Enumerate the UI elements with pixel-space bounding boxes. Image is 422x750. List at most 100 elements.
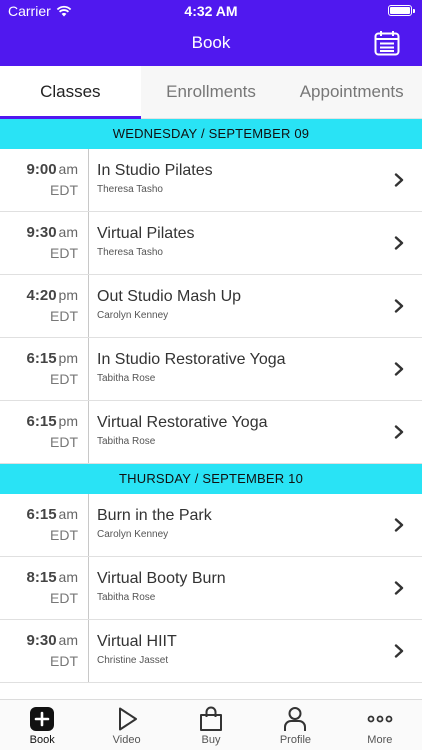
tabbar-video[interactable]: Video — [84, 700, 168, 750]
tabbar-more[interactable]: More — [338, 700, 422, 750]
class-ampm: am — [58, 224, 78, 240]
time-cell: 6:15 pm EDT — [0, 401, 89, 463]
chevron-right-icon — [394, 299, 404, 313]
instructor-name: Theresa Tasho — [97, 184, 163, 195]
class-info: In Studio Pilates Theresa Tasho — [89, 149, 422, 211]
tabbar-profile[interactable]: Profile — [253, 700, 337, 750]
class-ampm: pm — [58, 287, 78, 303]
class-name: In Studio Pilates — [97, 162, 213, 179]
time-cell: 8:15 am EDT — [0, 557, 89, 619]
class-time: 4:20 — [26, 287, 57, 304]
instructor-name: Theresa Tasho — [97, 247, 163, 258]
class-name: In Studio Restorative Yoga — [97, 351, 286, 368]
time-cell: 4:20 pm EDT — [0, 275, 89, 337]
tabbar-label: Video — [112, 734, 141, 746]
class-name: Virtual Restorative Yoga — [97, 414, 268, 431]
class-info: Virtual HIIT Christine Jasset — [89, 620, 422, 682]
class-info: Burn in the Park Carolyn Kenney — [89, 494, 422, 556]
class-info: In Studio Restorative Yoga Tabitha Rose — [89, 338, 422, 400]
class-ampm: am — [58, 569, 78, 585]
class-schedule-list[interactable]: WEDNESDAY / SEPTEMBER 09 9:00 am EDT In S… — [0, 119, 422, 699]
class-row[interactable]: 6:15 pm EDT In Studio Restorative Yoga Ta… — [0, 338, 422, 401]
bottom-tab-bar: Book Video Buy Profile More — [0, 699, 422, 750]
instructor-name: Tabitha Rose — [97, 592, 156, 603]
day-header: THURSDAY / SEPTEMBER 10 — [0, 464, 422, 494]
chevron-right-icon — [394, 425, 404, 439]
class-row[interactable]: 6:15 am EDT Burn in the Park Carolyn Kenn… — [0, 494, 422, 557]
instructor-name: Christine Jasset — [97, 655, 169, 666]
chevron-right-icon — [394, 173, 404, 187]
class-time: 9:30 — [26, 632, 57, 649]
class-time: 8:15 — [26, 569, 57, 586]
class-name: Virtual HIIT — [97, 633, 177, 650]
tab-enrollments[interactable]: Enrollments — [141, 66, 282, 118]
class-ampm: pm — [58, 350, 78, 366]
class-info: Virtual Restorative Yoga Tabitha Rose — [89, 401, 422, 463]
class-ampm: pm — [58, 413, 78, 429]
class-timezone: EDT — [50, 527, 78, 543]
class-timezone: EDT — [50, 590, 78, 606]
class-row[interactable]: 9:30 am EDT Virtual Pilates Theresa Tasho — [0, 212, 422, 275]
page-title: Book — [191, 33, 231, 52]
tab-classes[interactable]: Classes — [0, 66, 141, 119]
battery-icon — [388, 5, 415, 16]
class-row[interactable]: 9:30 am EDT Virtual HIIT Christine Jasset — [0, 620, 422, 683]
class-ampm: am — [58, 161, 78, 177]
class-row[interactable]: 6:15 pm EDT Virtual Restorative Yoga Tabi… — [0, 401, 422, 464]
class-time: 6:15 — [26, 350, 57, 367]
class-timezone: EDT — [50, 182, 78, 198]
class-name: Out Studio Mash Up — [97, 288, 242, 305]
chevron-right-icon — [394, 518, 404, 532]
class-row[interactable]: 8:15 am EDT Virtual Booty Burn Tabitha Ro… — [0, 557, 422, 620]
class-ampm: am — [58, 632, 78, 648]
app-header: Carrier 4:32 AM Book — [0, 0, 422, 66]
tabbar-buy[interactable]: Buy — [169, 700, 253, 750]
day-header: WEDNESDAY / SEPTEMBER 09 — [0, 119, 422, 149]
class-time: 6:15 — [26, 506, 57, 523]
time-cell: 9:30 am EDT — [0, 212, 89, 274]
time-cell: 6:15 am EDT — [0, 494, 89, 556]
person-icon — [284, 707, 307, 731]
time-cell: 6:15 pm EDT — [0, 338, 89, 400]
class-info: Out Studio Mash Up Carolyn Kenney — [89, 275, 422, 337]
tabbar-label: Book — [29, 734, 55, 746]
chevron-right-icon — [394, 236, 404, 250]
tabbar-label: Buy — [201, 734, 221, 746]
tabbar-label: More — [367, 734, 393, 746]
class-timezone: EDT — [50, 371, 78, 387]
time-cell: 9:00 am EDT — [0, 149, 89, 211]
class-timezone: EDT — [50, 653, 78, 669]
tabbar-book[interactable]: Book — [0, 700, 84, 750]
class-timezone: EDT — [50, 434, 78, 450]
instructor-name: Carolyn Kenney — [97, 310, 169, 321]
instructor-name: Tabitha Rose — [97, 436, 156, 447]
calendar-icon[interactable] — [374, 30, 400, 56]
class-info: Virtual Booty Burn Tabitha Rose — [89, 557, 422, 619]
shopping-bag-icon — [200, 706, 223, 731]
chevron-right-icon — [394, 581, 404, 595]
tab-appointments[interactable]: Appointments — [281, 66, 422, 118]
segment-tabs: Classes Enrollments Appointments — [0, 66, 422, 119]
class-timezone: EDT — [50, 308, 78, 324]
class-row[interactable]: 9:00 am EDT In Studio Pilates Theresa Tas… — [0, 149, 422, 212]
class-time: 9:30 — [26, 224, 57, 241]
status-bar: Carrier 4:32 AM — [0, 0, 422, 22]
class-name: Virtual Pilates — [97, 225, 195, 242]
class-ampm: am — [58, 506, 78, 522]
class-row[interactable]: 4:20 pm EDT Out Studio Mash Up Carolyn Ke… — [0, 275, 422, 338]
class-time: 6:15 — [26, 413, 57, 430]
class-timezone: EDT — [50, 245, 78, 261]
class-time: 9:00 — [26, 161, 57, 178]
status-time: 4:32 AM — [184, 3, 238, 19]
plus-square-icon — [30, 707, 55, 731]
time-cell: 9:30 am EDT — [0, 620, 89, 682]
tabbar-label: Profile — [279, 734, 312, 746]
class-name: Burn in the Park — [97, 507, 212, 524]
more-dots-icon — [367, 715, 393, 723]
class-row[interactable] — [0, 683, 422, 699]
play-icon — [118, 707, 137, 731]
chevron-right-icon — [394, 362, 404, 376]
chevron-right-icon — [394, 644, 404, 658]
instructor-name: Carolyn Kenney — [97, 529, 169, 540]
instructor-name: Tabitha Rose — [97, 373, 156, 384]
